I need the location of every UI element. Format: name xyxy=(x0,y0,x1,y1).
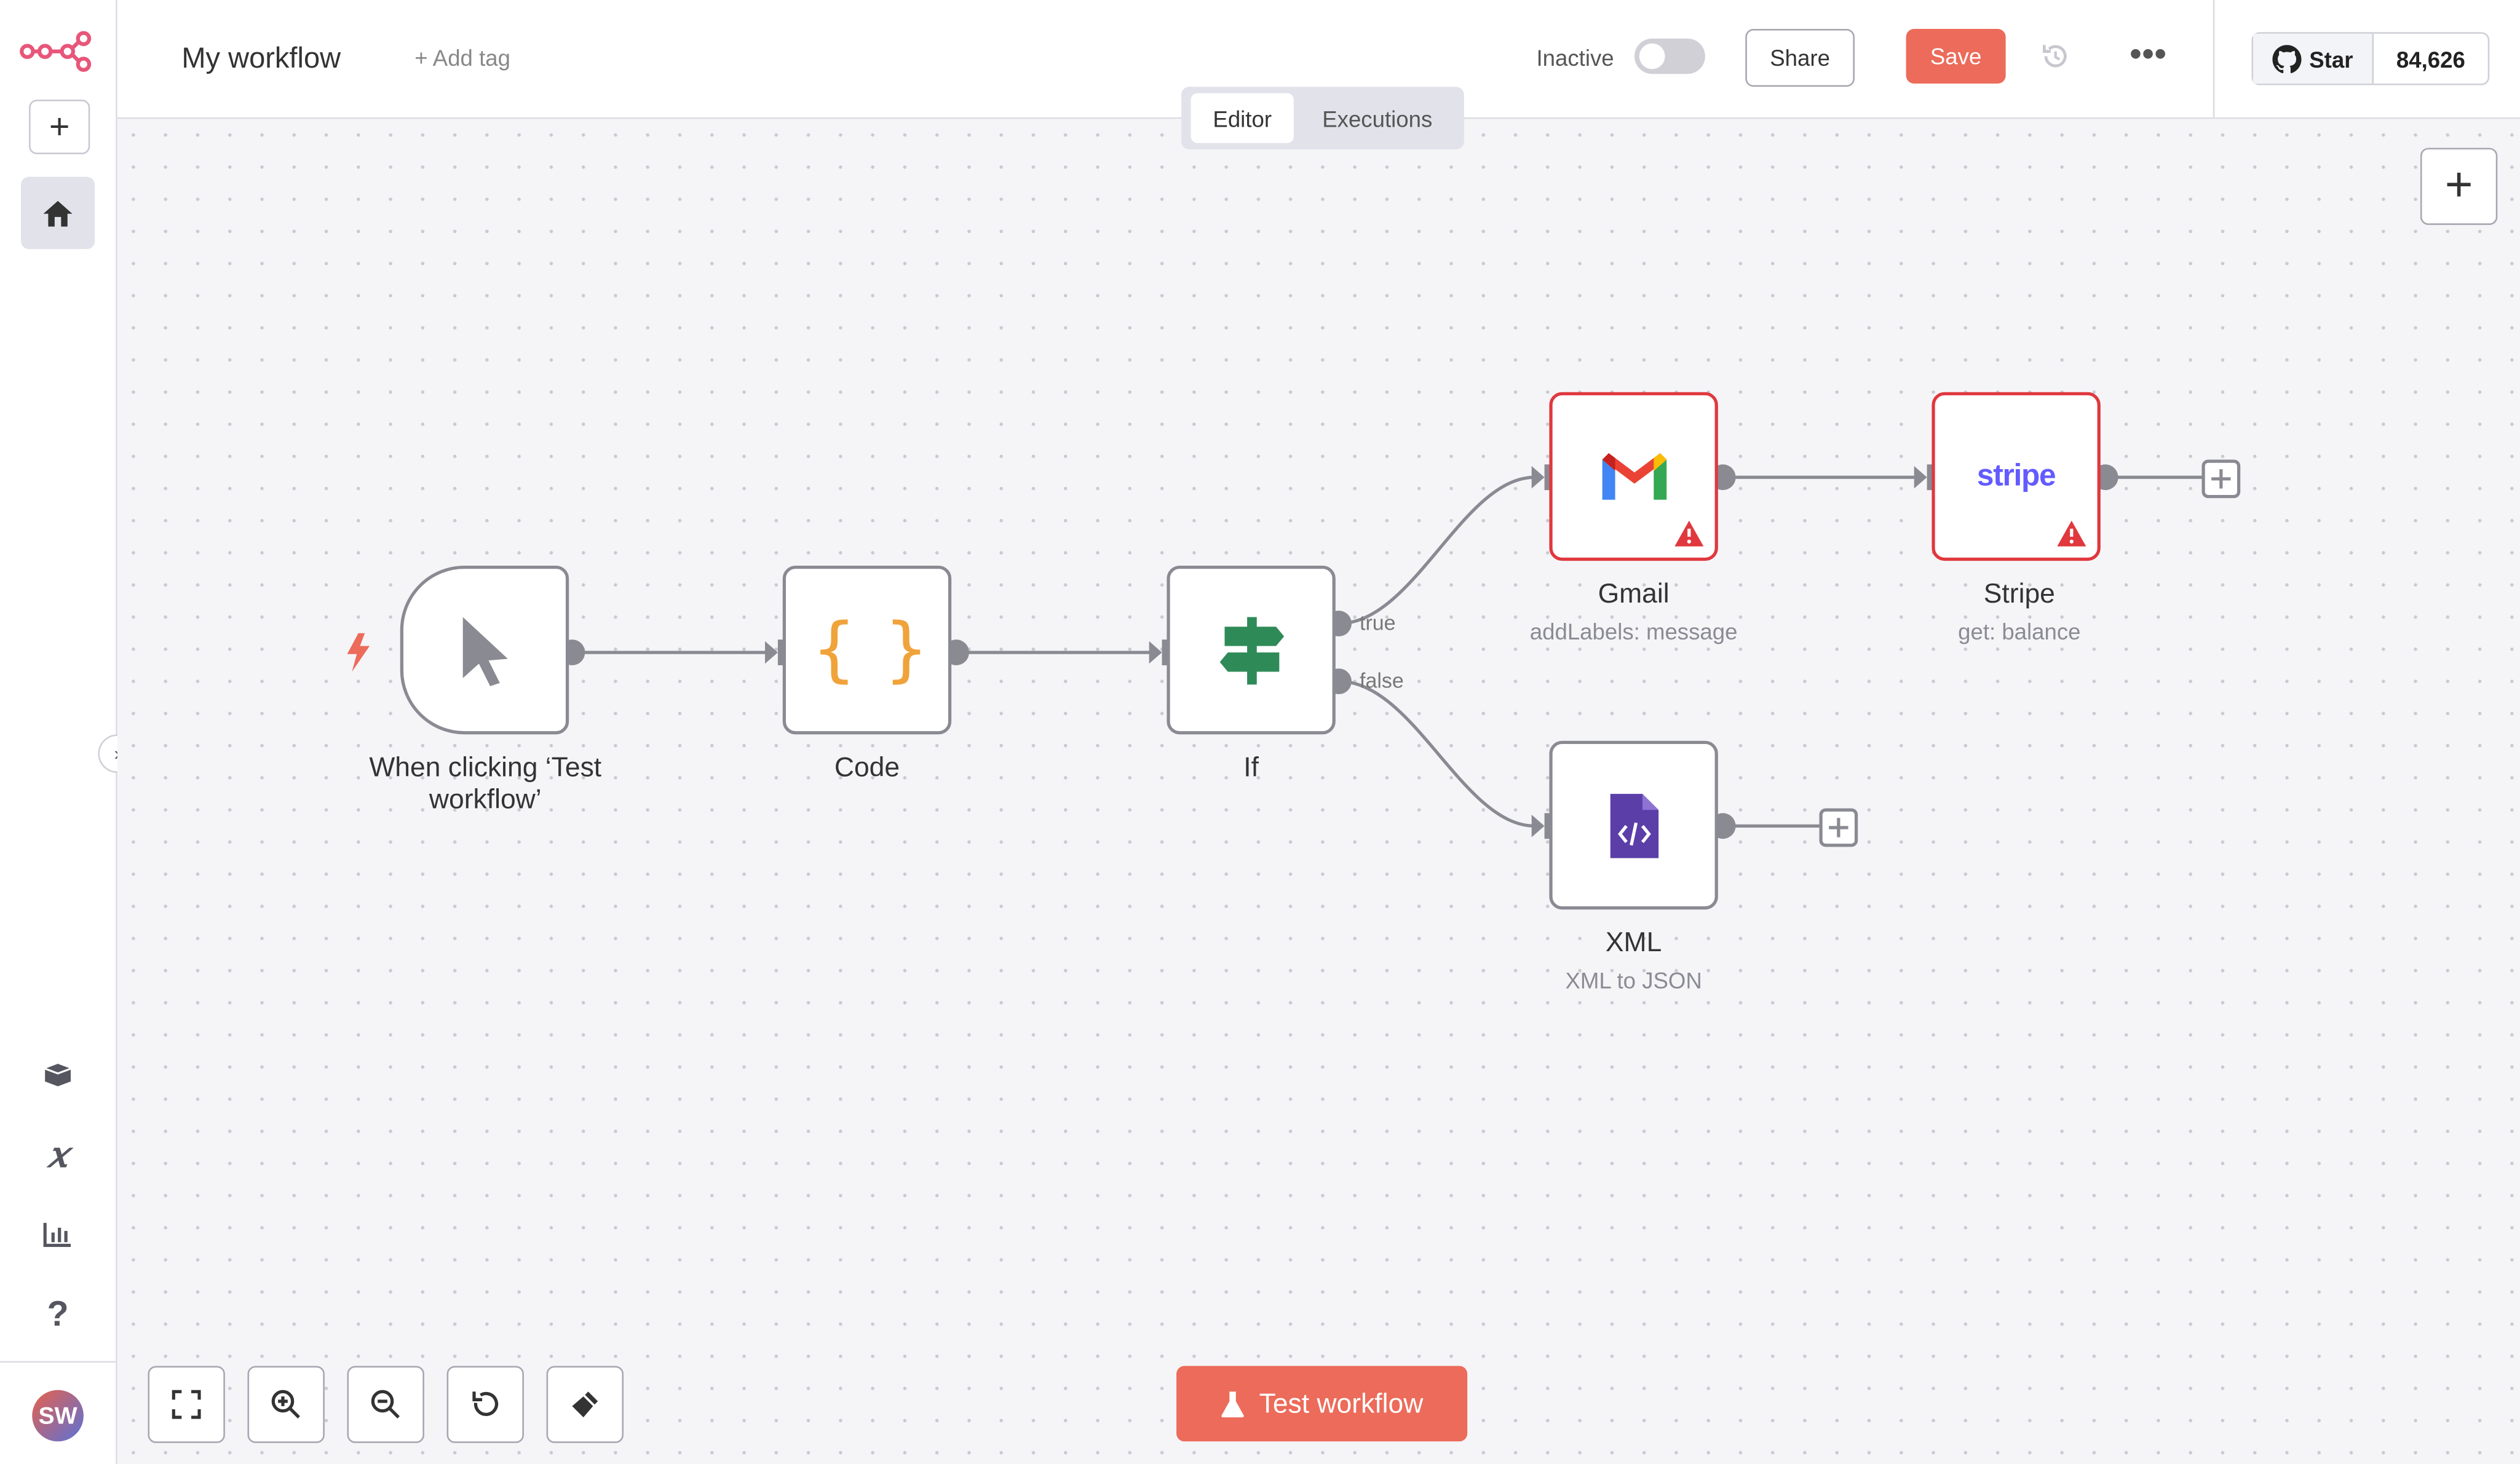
zoom-out-button[interactable] xyxy=(347,1366,424,1443)
test-workflow-button[interactable]: Test workflow xyxy=(1176,1366,1468,1442)
input-arrow-code xyxy=(765,641,778,664)
fit-view-button[interactable] xyxy=(148,1366,225,1443)
input-arrow-xml xyxy=(1531,815,1545,837)
connection-if-gmail xyxy=(1339,475,1535,625)
trigger-bolt-icon xyxy=(347,633,370,672)
test-workflow-label: Test workflow xyxy=(1259,1387,1424,1418)
node-manual-trigger[interactable] xyxy=(400,565,569,735)
node-stripe[interactable]: stripe xyxy=(1932,392,2101,561)
node-title-if: If xyxy=(1243,752,1259,783)
node-title-xml: XML xyxy=(1605,927,1662,958)
cursor-pointer-icon xyxy=(462,616,507,686)
add-after-xml-button[interactable] xyxy=(1821,810,1856,845)
node-title-code: Code xyxy=(834,752,900,783)
input-arrow-if xyxy=(1149,641,1162,664)
add-after-stripe-button[interactable] xyxy=(2203,461,2238,496)
node-subtitle-gmail: addLabels: message xyxy=(1529,619,1738,645)
input-arrow-stripe xyxy=(1914,465,1927,489)
node-gmail[interactable] xyxy=(1549,392,1718,561)
warning-icon xyxy=(2057,520,2086,547)
node-title-gmail: Gmail xyxy=(1598,578,1670,609)
node-title-stripe: Stripe xyxy=(1983,578,2055,609)
if-false-label: false xyxy=(1360,668,1404,693)
code-braces-icon: { } xyxy=(812,609,928,691)
broom-icon xyxy=(572,1391,598,1418)
reset-zoom-button[interactable] xyxy=(446,1366,525,1443)
fullscreen-icon xyxy=(172,1390,201,1419)
if-true-label: true xyxy=(1360,611,1396,635)
zoom-in-icon xyxy=(271,1390,300,1418)
node-subtitle-xml: XML to JSON xyxy=(1565,967,1702,994)
tidy-up-button[interactable] xyxy=(546,1366,624,1443)
input-arrow-gmail xyxy=(1531,465,1545,489)
zoom-out-icon xyxy=(371,1390,400,1418)
gmail-icon xyxy=(1601,452,1666,499)
undo-icon xyxy=(472,1391,499,1416)
signpost-icon xyxy=(1219,616,1283,684)
stripe-logo-icon: stripe xyxy=(1976,459,2056,493)
flask-icon xyxy=(1222,1390,1245,1417)
connection-if-xml xyxy=(1339,679,1535,828)
node-subtitle-stripe: get: balance xyxy=(1958,619,2081,645)
node-code[interactable]: { } xyxy=(782,565,952,735)
node-xml[interactable] xyxy=(1549,740,1718,910)
warning-icon xyxy=(1674,520,1704,547)
node-if[interactable] xyxy=(1167,565,1336,735)
zoom-in-button[interactable] xyxy=(247,1366,325,1443)
xml-file-icon xyxy=(1609,793,1658,858)
node-title-trigger: When clicking ‘Test workflow’ xyxy=(369,752,602,815)
